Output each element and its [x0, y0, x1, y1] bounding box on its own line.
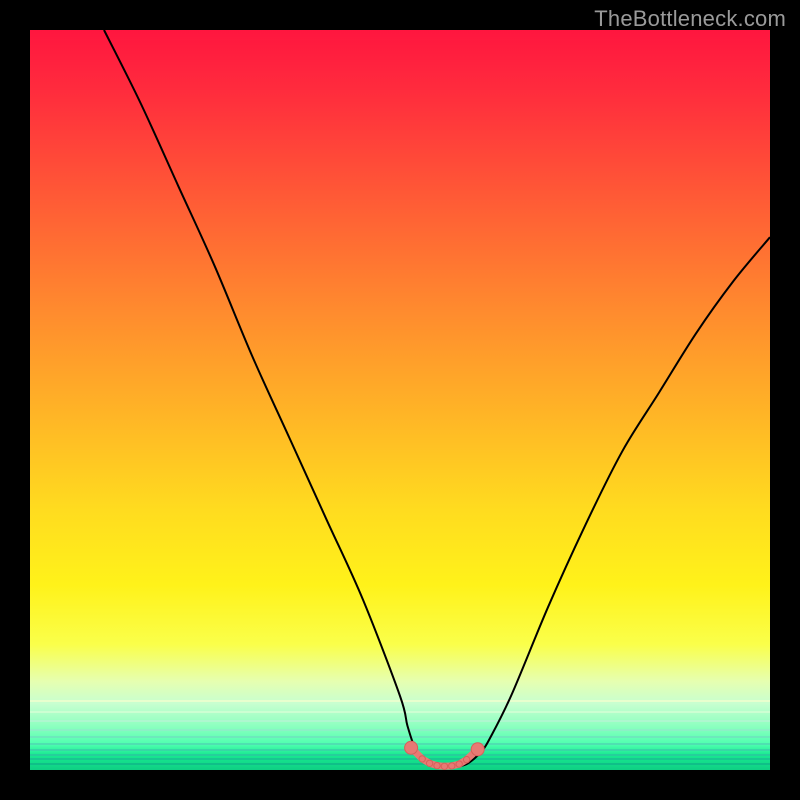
- flat-region-dot: [419, 756, 425, 762]
- bottleneck-curve-svg: [30, 30, 770, 770]
- chart-frame: TheBottleneck.com: [0, 0, 800, 800]
- flat-region-dot: [434, 762, 440, 768]
- flat-region-markers: [405, 741, 485, 769]
- flat-region-dot: [449, 763, 455, 769]
- flat-region-dot: [456, 761, 462, 767]
- flat-region-dot: [441, 763, 447, 769]
- flat-region-dot: [405, 741, 418, 754]
- flat-region-dot: [426, 760, 432, 766]
- flat-region-dot: [463, 756, 469, 762]
- bottleneck-curve-path: [104, 30, 770, 767]
- flat-region-dot: [471, 743, 484, 756]
- plot-area: [30, 30, 770, 770]
- watermark-text: TheBottleneck.com: [594, 6, 786, 32]
